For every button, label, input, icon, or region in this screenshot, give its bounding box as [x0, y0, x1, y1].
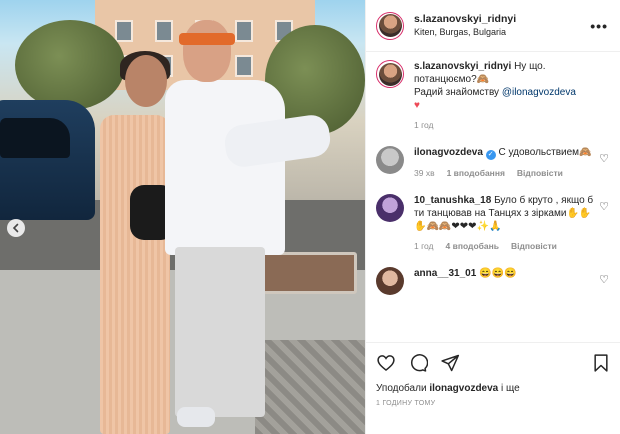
heart-outline-icon[interactable]: ♡: [599, 152, 609, 165]
comment: anna__31_01 😄😄😄 ♡: [376, 267, 611, 295]
comment-time: 1 год: [414, 241, 434, 251]
heart-emoji: ♥: [414, 100, 420, 111]
post-photo[interactable]: [0, 0, 365, 434]
heart-outline-icon[interactable]: ♡: [599, 200, 609, 213]
reply-button[interactable]: Відповісти: [517, 167, 563, 180]
comment-icon[interactable]: [408, 353, 428, 373]
more-horizontal-icon[interactable]: •••: [588, 18, 610, 34]
comment-username[interactable]: 10_tanushka_18: [414, 195, 491, 206]
commenter-avatar[interactable]: [376, 146, 404, 174]
heart-outline-icon[interactable]: ♡: [599, 273, 609, 286]
post-header: s.lazanovskyi_ridnyi Kiten, Burgas, Bulg…: [366, 0, 620, 52]
caption-username[interactable]: s.lazanovskyi_ridnyi: [414, 61, 511, 72]
liked-prefix: Уподобали: [376, 383, 430, 394]
author-username[interactable]: s.lazanovskyi_ridnyi: [414, 13, 588, 26]
caption-text-2: Радий знайомству: [414, 87, 502, 98]
heart-icon[interactable]: [376, 353, 396, 373]
person-man: [165, 15, 333, 434]
person-woman: [90, 51, 175, 434]
post-location[interactable]: Kiten, Burgas, Bulgaria: [414, 26, 588, 39]
share-icon[interactable]: [440, 353, 460, 373]
author-avatar[interactable]: [376, 11, 404, 40]
reply-button[interactable]: Відповісти: [511, 240, 557, 253]
comment: 10_tanushka_18 Було б круто , якщо б ти …: [376, 194, 611, 253]
liked-user[interactable]: ilonagvozdeva: [429, 383, 498, 394]
comment-text: С удовольствием🙈: [498, 147, 592, 158]
comment-time: 39 хв: [414, 168, 435, 178]
post-sidebar: s.lazanovskyi_ridnyi Kiten, Burgas, Bulg…: [365, 0, 620, 434]
post-actions: Уподобали ilonagvozdeva і ще 1 годину то…: [366, 342, 620, 434]
comment-likes[interactable]: 1 вподобання: [447, 167, 505, 180]
verified-badge-icon: ✓: [485, 150, 496, 160]
bookmark-icon[interactable]: [591, 353, 611, 373]
post-timestamp: 1 годину тому: [376, 400, 436, 407]
commenter-avatar[interactable]: [376, 267, 404, 295]
caption: s.lazanovskyi_ridnyi Ну що. потанцюємо?🙈…: [376, 60, 611, 132]
comment-username[interactable]: ilonagvozdeva: [414, 147, 483, 158]
liked-suffix[interactable]: і ще: [498, 383, 520, 394]
carousel-prev-button[interactable]: [7, 219, 25, 237]
chevron-left-icon: [12, 223, 19, 233]
author-avatar[interactable]: [376, 60, 404, 88]
comment: ilonagvozdeva ✓ С удовольствием🙈 39 хв 1…: [376, 146, 611, 180]
commenter-avatar[interactable]: [376, 194, 404, 222]
car: [0, 100, 95, 220]
likes-summary: Уподобали ilonagvozdeva і ще: [376, 383, 611, 394]
caption-time: 1 год: [414, 120, 434, 130]
comment-likes[interactable]: 4 вподобань: [446, 240, 499, 253]
comment-username[interactable]: anna__31_01: [414, 268, 476, 279]
caption-mention[interactable]: @ilonagvozdeva: [502, 87, 576, 98]
comments-list[interactable]: s.lazanovskyi_ridnyi Ну що. потанцюємо?🙈…: [366, 60, 620, 340]
comment-text: 😄😄😄: [479, 268, 517, 279]
